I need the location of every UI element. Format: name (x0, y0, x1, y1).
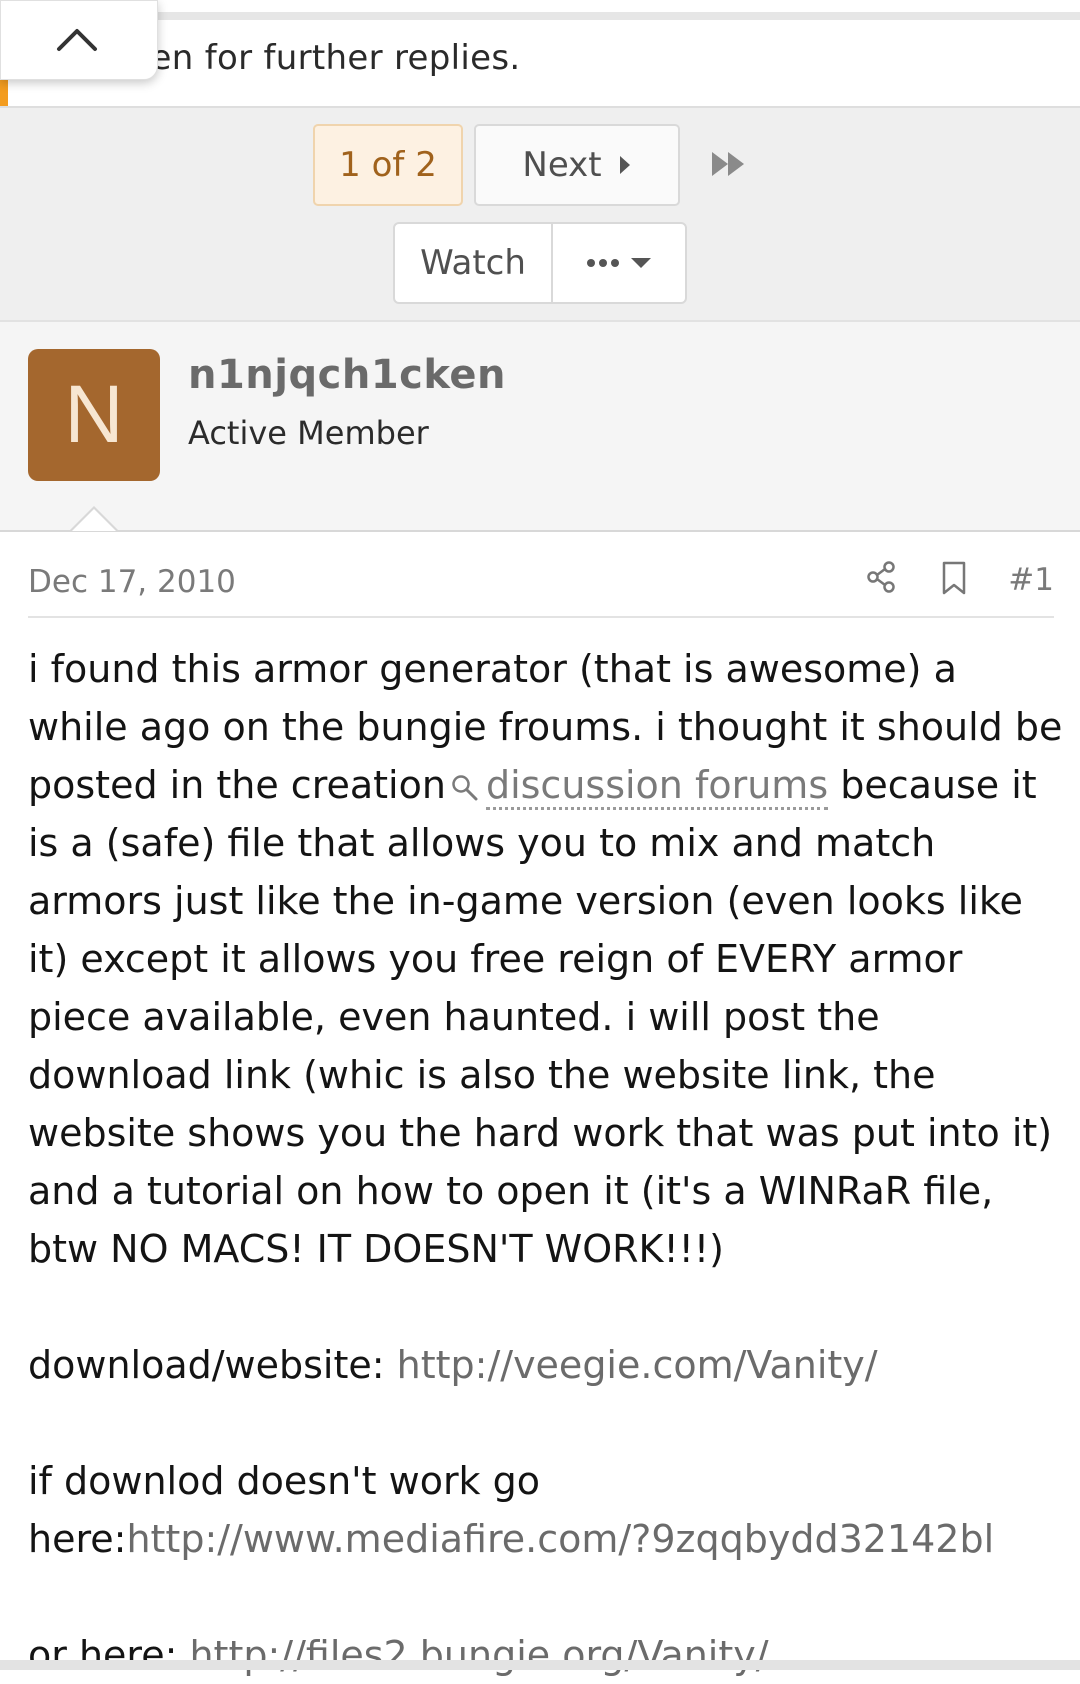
keyword-link[interactable]: discussion forums (485, 763, 829, 810)
username-link[interactable]: n1njqch1cken (188, 352, 506, 398)
scroll-to-top-button[interactable] (0, 0, 158, 80)
mirror-link[interactable]: http://files2.bungie.org/Vanity/ (189, 1633, 768, 1677)
post-text: because it is a (safe) file that allows … (28, 763, 1053, 1271)
mirror-label: or here: (28, 1633, 190, 1677)
post-meta-bar: Dec 17, 2010 #1 (28, 560, 1054, 618)
search-icon (452, 774, 478, 800)
avatar[interactable]: N (28, 349, 160, 481)
thread-navigation: 1 of 2 Next Watch (0, 108, 1080, 322)
post-bottom-border (0, 1660, 1080, 1670)
watch-button[interactable]: Watch (395, 224, 553, 302)
mirror-line: or here: http://files2.bungie.org/Vanity… (28, 1626, 1064, 1684)
current-page-button[interactable]: 1 of 2 (313, 124, 463, 206)
bookmark-icon[interactable] (940, 560, 968, 596)
post-user-header: N n1njqch1cken Active Member (0, 322, 1080, 532)
double-chevron-right-icon[interactable] (708, 144, 754, 184)
user-title: Active Member (188, 414, 429, 452)
next-page-label: Next (522, 145, 602, 185)
post-number-link[interactable]: #1 (1008, 562, 1054, 598)
next-page-button[interactable]: Next (474, 124, 680, 206)
chevron-up-icon (57, 29, 97, 51)
caret-right-icon (619, 156, 630, 174)
post-content: i found this armor generator (that is aw… (28, 640, 1064, 1684)
mediafire-link[interactable]: http://www.mediafire.com/?9zqqbydd32142b… (126, 1517, 994, 1561)
download-line: download/website: http://veegie.com/Vani… (28, 1336, 1064, 1394)
alt-download-line: if downlod doesn't work go here:http://w… (28, 1452, 1064, 1568)
more-options-button[interactable] (553, 224, 685, 302)
notice-top-border (150, 12, 1080, 20)
thread-actions-group: Watch (393, 222, 687, 304)
post-date-link[interactable]: Dec 17, 2010 (28, 564, 236, 600)
share-icon[interactable] (864, 560, 898, 594)
download-link[interactable]: http://veegie.com/Vanity/ (397, 1343, 878, 1387)
watch-label: Watch (420, 243, 526, 283)
thread-closed-notice: Not open for further replies. (0, 0, 1080, 108)
post-paragraph: i found this armor generator (that is aw… (28, 640, 1064, 1278)
user-pointer-arrow-fill (72, 509, 116, 531)
download-label: download/website: (28, 1343, 397, 1387)
ellipsis-icon (587, 259, 619, 267)
caret-down-icon (631, 258, 651, 268)
current-page-label: 1 of 2 (339, 145, 437, 185)
